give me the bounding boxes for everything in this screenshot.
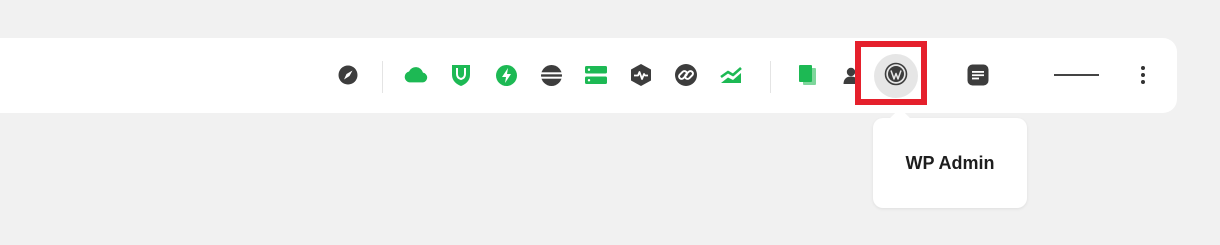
wp-admin-button[interactable] [874, 54, 918, 98]
database-icon[interactable] [538, 62, 564, 88]
shield-icon[interactable] [448, 62, 474, 88]
tooltip-label: WP Admin [905, 152, 995, 173]
server-icon[interactable] [583, 62, 609, 88]
wp-admin-tooltip: WP Admin [873, 118, 1027, 208]
cloud-icon[interactable] [403, 62, 429, 88]
link-icon[interactable] [673, 62, 699, 88]
heartbeat-icon[interactable] [628, 62, 654, 88]
pages-icon[interactable] [794, 62, 820, 88]
toolbar-divider [770, 61, 771, 93]
top-toolbar [0, 38, 1177, 113]
more-vertical-icon[interactable] [1134, 61, 1152, 89]
user-icon[interactable] [838, 62, 864, 88]
toolbar-divider [382, 61, 383, 93]
compass-icon[interactable] [335, 62, 361, 88]
lightning-icon[interactable] [493, 62, 519, 88]
notes-icon[interactable] [965, 62, 991, 88]
wordpress-icon [884, 62, 908, 91]
avatar-placeholder-line [1054, 74, 1099, 76]
trending-chart-icon[interactable] [718, 62, 744, 88]
